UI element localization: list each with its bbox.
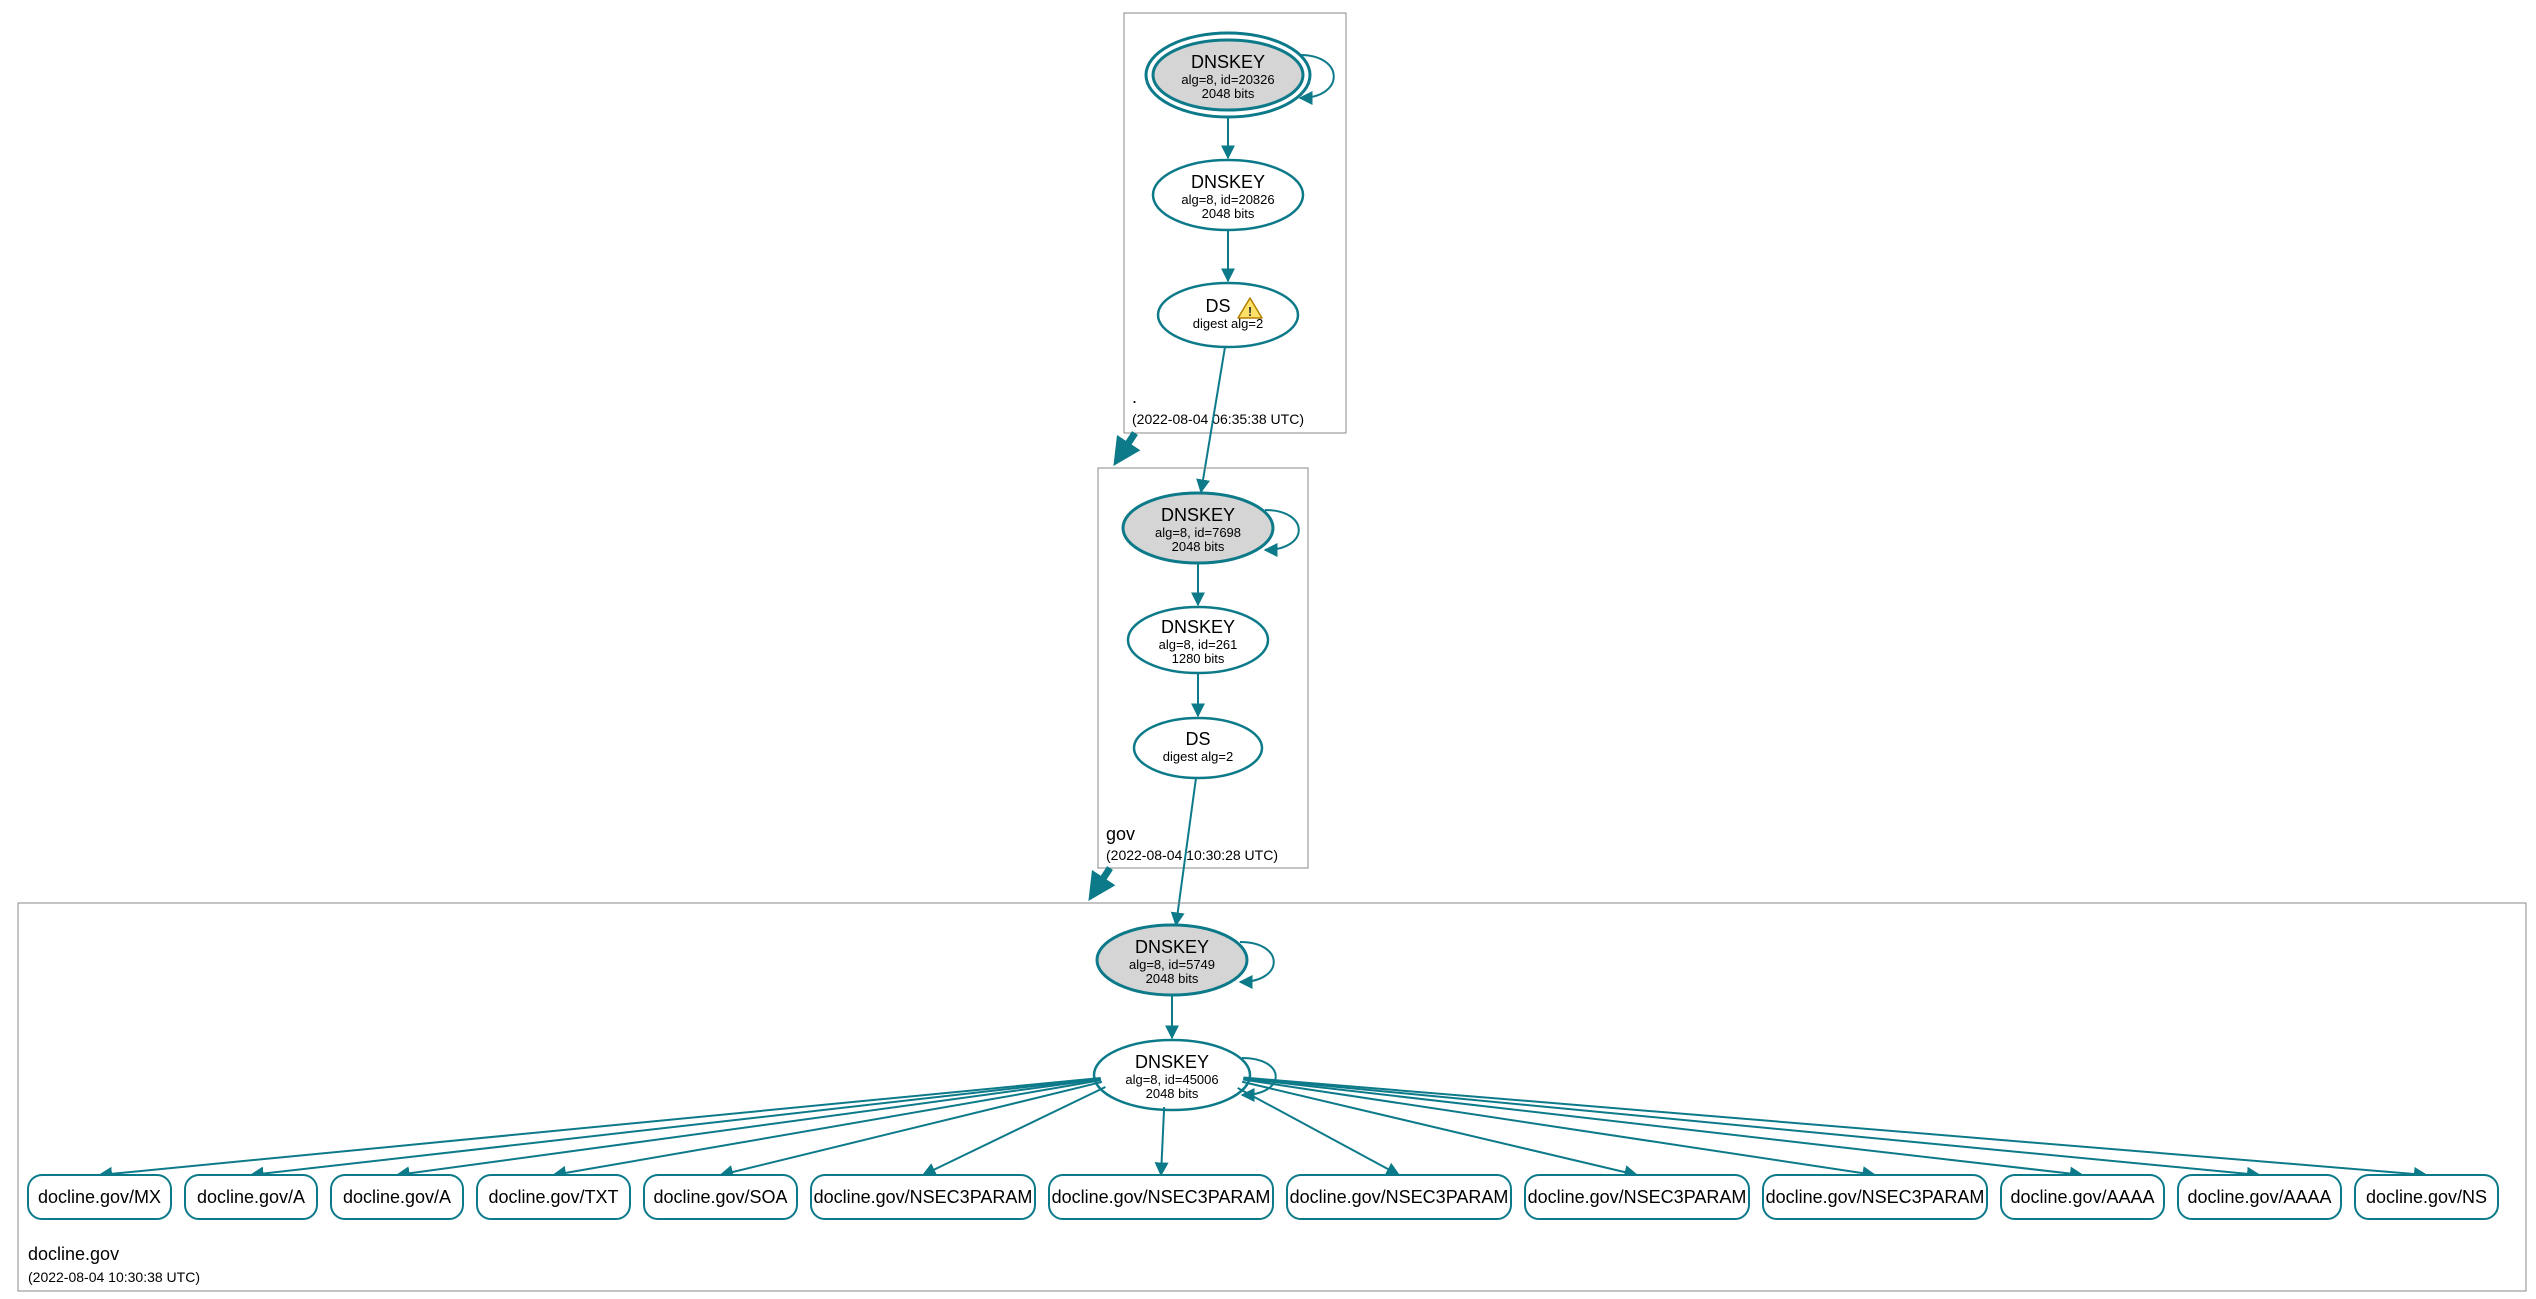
rrset-label: docline.gov/NS	[2366, 1187, 2487, 1207]
svg-text:(2022-08-04 10:30:38 UTC): (2022-08-04 10:30:38 UTC)	[28, 1269, 200, 1285]
svg-text:DNSKEY: DNSKEY	[1135, 937, 1209, 957]
edge-zsk-to-rrset	[1238, 1088, 1399, 1175]
svg-text:DNSKEY: DNSKEY	[1161, 617, 1235, 637]
svg-text:DS: DS	[1205, 296, 1230, 316]
rrset-label: docline.gov/NSEC3PARAM	[1290, 1187, 1509, 1207]
node-root-zsk[interactable]: DNSKEY alg=8, id=20826 2048 bits	[1153, 160, 1303, 230]
edge-zsk-to-rrset	[1244, 1078, 2427, 1175]
zone-docline-label: docline.gov	[28, 1244, 119, 1264]
svg-text:DNSKEY: DNSKEY	[1135, 1052, 1209, 1072]
rrset-label: docline.gov/MX	[38, 1187, 161, 1207]
edge-zsk-to-rrset	[1161, 1107, 1164, 1175]
rrset-label: docline.gov/AAAA	[2187, 1187, 2331, 1207]
svg-text:alg=8, id=20326: alg=8, id=20326	[1181, 72, 1274, 87]
svg-text:(2022-08-04 10:30:28 UTC): (2022-08-04 10:30:28 UTC)	[1106, 847, 1278, 863]
svg-text:DS: DS	[1185, 729, 1210, 749]
svg-text:2048 bits: 2048 bits	[1146, 1086, 1199, 1101]
svg-text:digest alg=2: digest alg=2	[1163, 749, 1233, 764]
rrset-label: docline.gov/NSEC3PARAM	[1766, 1187, 1985, 1207]
edge-zsk-to-rrset	[251, 1078, 1101, 1175]
svg-text:2048 bits: 2048 bits	[1202, 86, 1255, 101]
svg-text:2048 bits: 2048 bits	[1146, 971, 1199, 986]
rrset-label: docline.gov/NSEC3PARAM	[1528, 1187, 1747, 1207]
svg-text:!: !	[1248, 304, 1252, 319]
zone-gov: gov (2022-08-04 10:30:28 UTC) DNSKEY alg…	[1098, 468, 1308, 868]
svg-text:2048 bits: 2048 bits	[1202, 206, 1255, 221]
zone-gov-label: gov	[1106, 824, 1135, 844]
edge-root-to-gov-box	[1118, 433, 1135, 459]
edge-zsk-to-rrset	[554, 1080, 1102, 1175]
svg-text:alg=8, id=20826: alg=8, id=20826	[1181, 192, 1274, 207]
svg-text:alg=8, id=5749: alg=8, id=5749	[1129, 957, 1215, 972]
svg-text:alg=8, id=7698: alg=8, id=7698	[1155, 525, 1241, 540]
rrset-label: docline.gov/AAAA	[2010, 1187, 2154, 1207]
rrset-label: docline.gov/NSEC3PARAM	[1052, 1187, 1271, 1207]
edge-zsk-to-rrset	[1243, 1079, 2082, 1175]
rrset-label: docline.gov/NSEC3PARAM	[814, 1187, 1033, 1207]
svg-text:alg=8, id=45006: alg=8, id=45006	[1125, 1072, 1218, 1087]
edge-zsk-to-rrset	[100, 1078, 1101, 1175]
rrset-label: docline.gov/TXT	[488, 1187, 618, 1207]
edge-zsk-to-rrset	[1243, 1078, 2259, 1175]
zone-docline: docline.gov (2022-08-04 10:30:38 UTC) DN…	[18, 903, 2526, 1291]
rrset-label: docline.gov/A	[197, 1187, 305, 1207]
node-root-ds[interactable]: DS digest alg=2 !	[1158, 283, 1298, 347]
zone-root: . (2022-08-04 06:35:38 UTC) DNSKEY alg=8…	[1124, 13, 1346, 433]
svg-text:2048 bits: 2048 bits	[1172, 539, 1225, 554]
rrset-label: docline.gov/A	[343, 1187, 451, 1207]
node-gov-ksk[interactable]: DNSKEY alg=8, id=7698 2048 bits	[1123, 493, 1273, 563]
dnssec-graph: . (2022-08-04 06:35:38 UTC) DNSKEY alg=8…	[0, 0, 2536, 1299]
edge-zsk-to-rrset	[397, 1079, 1101, 1175]
rrset-label: docline.gov/SOA	[653, 1187, 787, 1207]
svg-text:DNSKEY: DNSKEY	[1191, 172, 1265, 192]
svg-text:DNSKEY: DNSKEY	[1161, 505, 1235, 525]
rrset-container: docline.gov/MX docline.gov/A docline.gov/A…	[28, 1078, 2498, 1219]
edge-zsk-to-rrset	[1243, 1080, 1875, 1175]
node-docline-ksk[interactable]: DNSKEY alg=8, id=5749 2048 bits	[1097, 925, 1247, 995]
edge-gov-to-docline-box	[1093, 868, 1110, 894]
zone-root-timestamp: (2022-08-04 06:35:38 UTC)	[1132, 411, 1304, 427]
node-docline-zsk[interactable]: DNSKEY alg=8, id=45006 2048 bits	[1094, 1040, 1250, 1110]
node-root-ksk[interactable]: DNSKEY alg=8, id=20326 2048 bits	[1146, 33, 1310, 117]
svg-text:1280 bits: 1280 bits	[1172, 651, 1225, 666]
zone-root-label: .	[1132, 387, 1137, 407]
svg-text:alg=8, id=261: alg=8, id=261	[1159, 637, 1238, 652]
node-root-ksk-title: DNSKEY	[1191, 52, 1265, 72]
node-gov-ds[interactable]: DS digest alg=2	[1134, 718, 1262, 778]
node-gov-zsk[interactable]: DNSKEY alg=8, id=261 1280 bits	[1128, 607, 1268, 673]
